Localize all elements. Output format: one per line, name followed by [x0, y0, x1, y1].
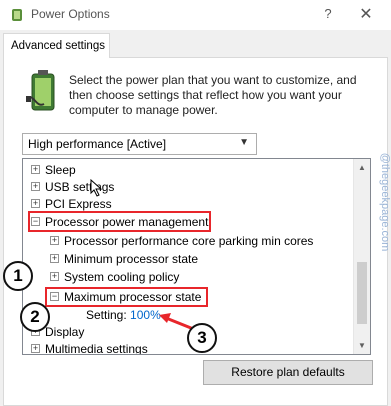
tree-scrollbar[interactable]: ▲ ▼: [353, 159, 370, 354]
expander-plus-icon[interactable]: +: [50, 254, 59, 264]
watermark-text: @thegeekpage.com: [379, 152, 391, 252]
highlight-processor-power-management: [28, 211, 211, 232]
tree-item-sleep[interactable]: + Sleep: [31, 162, 76, 179]
annotation-badge-3: 3: [187, 323, 217, 353]
annotation-badge-1: 1: [3, 261, 33, 291]
tree-item-label: System cooling policy: [64, 270, 180, 284]
expander-plus-icon[interactable]: +: [31, 199, 40, 209]
help-button[interactable]: ?: [318, 6, 338, 21]
expander-plus-icon[interactable]: +: [31, 182, 40, 192]
close-button[interactable]: ✕: [354, 4, 378, 24]
tree-item-core-parking[interactable]: + Processor performance core parking min …: [50, 233, 313, 250]
title-bar: Power Options ? ✕: [0, 0, 391, 30]
tree-item-min-processor-state[interactable]: + Minimum processor state: [50, 251, 198, 268]
expander-plus-icon[interactable]: +: [31, 165, 40, 175]
tab-advanced-settings[interactable]: Advanced settings: [3, 33, 110, 58]
tree-item-system-cooling-policy[interactable]: + System cooling policy: [50, 269, 179, 286]
power-plan-value: High performance [Active]: [28, 137, 167, 151]
expander-plus-icon[interactable]: +: [50, 272, 59, 282]
tree-item-multimedia-settings[interactable]: + Multimedia settings: [31, 341, 148, 355]
highlight-maximum-processor-state: [45, 287, 208, 307]
tree-item-setting: Setting: 100%: [86, 307, 161, 324]
scroll-down-icon[interactable]: ▼: [354, 337, 370, 354]
battery-power-icon: [26, 70, 55, 111]
watermark: @thegeekpage.com: [372, 110, 391, 300]
tree-item-label: Processor performance core parking min c…: [64, 234, 314, 248]
restore-plan-defaults-button[interactable]: Restore plan defaults: [203, 360, 373, 385]
power-options-icon: [12, 9, 22, 21]
tree-item-label: Sleep: [45, 163, 76, 177]
tree-item-label: Display: [45, 325, 85, 339]
scroll-up-icon[interactable]: ▲: [354, 159, 370, 176]
tree-item-label: PCI Express: [45, 197, 112, 211]
expander-plus-icon[interactable]: +: [31, 344, 40, 354]
setting-label: Setting:: [86, 308, 127, 322]
mouse-cursor-icon: [90, 179, 103, 197]
tree-item-label: Minimum processor state: [64, 252, 199, 266]
setting-value-link[interactable]: 100%: [130, 308, 161, 322]
tree-item-label: Multimedia settings: [45, 342, 148, 355]
annotation-badge-2: 2: [20, 302, 50, 332]
chevron-down-icon: ▼: [239, 137, 249, 148]
scroll-thumb[interactable]: [357, 262, 367, 324]
power-plan-dropdown[interactable]: High performance [Active] ▼: [22, 133, 257, 155]
window-title: Power Options: [31, 7, 110, 21]
expander-plus-icon[interactable]: +: [50, 236, 59, 246]
description-text: Select the power plan that you want to c…: [69, 73, 357, 117]
